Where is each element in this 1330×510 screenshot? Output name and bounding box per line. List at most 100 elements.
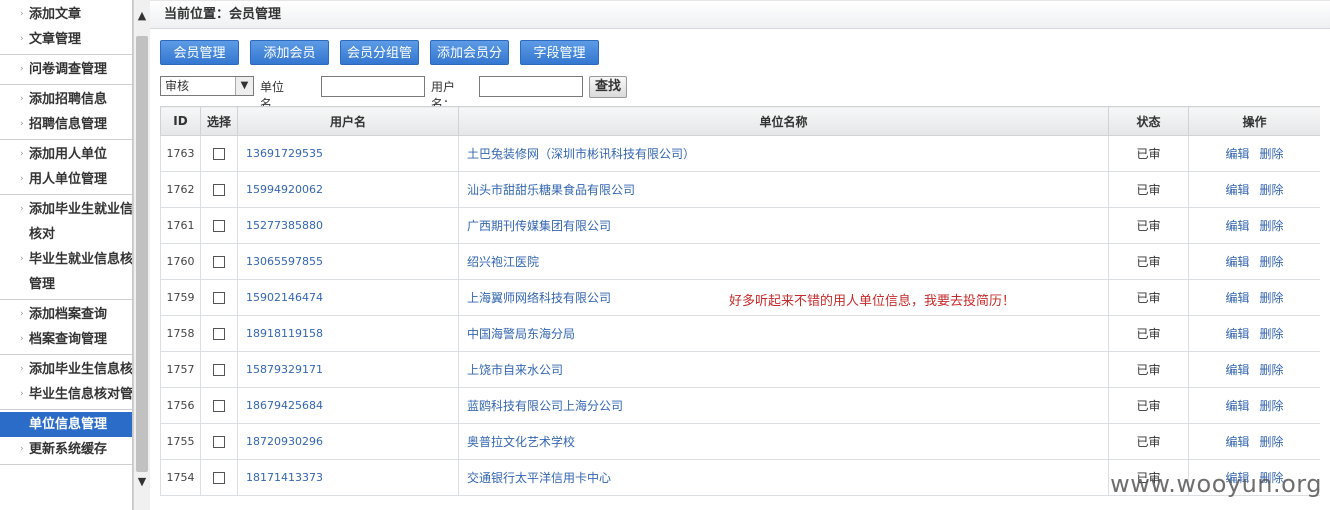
- row-unit-name-link[interactable]: 蓝鸥科技有限公司上海分公司: [467, 399, 623, 413]
- member-manage-button[interactable]: 会员管理: [160, 40, 239, 65]
- edit-link[interactable]: 编辑: [1225, 183, 1249, 197]
- row-checkbox[interactable]: [213, 364, 225, 376]
- sidebar-item[interactable]: › 更新系统缓存: [0, 437, 132, 462]
- edit-link[interactable]: 编辑: [1225, 147, 1249, 161]
- delete-link[interactable]: 删除: [1260, 255, 1284, 269]
- delete-link[interactable]: 删除: [1260, 291, 1284, 305]
- sidebar-item-label: 档案查询管理: [29, 332, 108, 347]
- row-actions: 编辑 删除: [1188, 243, 1320, 280]
- breadcrumb: 当前位置：会员管理: [150, 0, 1330, 29]
- sidebar-item[interactable]: › 用人单位管理: [0, 167, 132, 192]
- sidebar-scrollbar[interactable]: ▲ ▼: [133, 0, 150, 510]
- bullet-icon: ›: [20, 204, 24, 214]
- row-checkbox[interactable]: [213, 292, 225, 304]
- row-checkbox[interactable]: [213, 400, 225, 412]
- row-actions: 编辑 删除: [1188, 387, 1320, 424]
- chevron-up-icon[interactable]: ▲: [134, 8, 150, 24]
- sidebar-item[interactable]: › 添加招聘信息: [0, 87, 132, 112]
- edit-link[interactable]: 编辑: [1225, 435, 1249, 449]
- edit-link[interactable]: 编辑: [1225, 255, 1249, 269]
- row-unit-name-link[interactable]: 交通银行太平洋信用卡中心: [467, 471, 611, 485]
- row-username-link[interactable]: 18171413373: [237, 459, 459, 496]
- row-unit-name-link[interactable]: 上海翼师网络科技有限公司: [467, 291, 611, 305]
- header-unit-name: 单位名称: [458, 106, 1109, 136]
- row-checkbox[interactable]: [213, 256, 225, 268]
- edit-link[interactable]: 编辑: [1225, 399, 1249, 413]
- delete-link[interactable]: 删除: [1260, 219, 1284, 233]
- table-row: 1763 13691729535 土巴兔装修网（深圳市彬讯科技有限公司） 已审 编辑 删除: [160, 135, 1320, 172]
- row-id: 1761: [160, 207, 201, 244]
- row-checkbox[interactable]: [213, 436, 225, 448]
- sidebar-item[interactable]: › 添加毕业生信息核对: [0, 357, 132, 382]
- row-username-link[interactable]: 15994920062: [237, 171, 459, 208]
- scroll-thumb[interactable]: [136, 36, 148, 472]
- sidebar-group: › 添加用人单位 › 用人单位管理: [0, 140, 132, 195]
- sidebar-item-label: 添加用人单位: [29, 147, 108, 162]
- delete-link[interactable]: 删除: [1260, 147, 1284, 161]
- sidebar-item[interactable]: › 问卷调查管理: [0, 57, 132, 82]
- field-manage-button[interactable]: 字段管理: [520, 40, 599, 65]
- sidebar-item[interactable]: › 档案查询管理: [0, 327, 132, 352]
- delete-link[interactable]: 删除: [1260, 183, 1284, 197]
- table-row: 1758 18918119158 中国海警局东海分局 已审 编辑 删除: [160, 315, 1320, 352]
- row-checkbox[interactable]: [213, 328, 225, 340]
- sidebar-item[interactable]: › 单位信息管理: [0, 412, 132, 437]
- sidebar-item[interactable]: › 添加毕业生就业信息: [0, 197, 132, 222]
- username-input[interactable]: [479, 76, 583, 97]
- row-username-link[interactable]: 15902146474: [237, 279, 459, 316]
- chevron-down-icon[interactable]: ▼: [134, 474, 150, 490]
- row-username-link[interactable]: 18679425684: [237, 387, 459, 424]
- edit-link[interactable]: 编辑: [1225, 219, 1249, 233]
- row-username-link[interactable]: 13691729535: [237, 135, 459, 172]
- sidebar-item[interactable]: 核对: [0, 222, 132, 247]
- row-unit-name-link[interactable]: 上饶市自来水公司: [467, 363, 563, 377]
- sidebar-item[interactable]: 管理: [0, 272, 132, 297]
- sidebar-item[interactable]: › 添加文章: [0, 2, 132, 27]
- row-unit-name-link[interactable]: 土巴兔装修网（深圳市彬讯科技有限公司）: [467, 147, 695, 161]
- sidebar-item[interactable]: › 添加档案查询: [0, 302, 132, 327]
- row-checkbox[interactable]: [213, 472, 225, 484]
- row-unit-name-cell: 土巴兔装修网（深圳市彬讯科技有限公司）: [458, 135, 1109, 172]
- row-username-link[interactable]: 18918119158: [237, 315, 459, 352]
- delete-link[interactable]: 删除: [1260, 363, 1284, 377]
- delete-link[interactable]: 删除: [1260, 435, 1284, 449]
- edit-link[interactable]: 编辑: [1225, 291, 1249, 305]
- sidebar-item[interactable]: › 添加用人单位: [0, 142, 132, 167]
- sidebar-item[interactable]: › 毕业生信息核对管理: [0, 382, 132, 407]
- row-checkbox-cell: [200, 459, 238, 496]
- header-id: ID: [160, 106, 201, 136]
- unit-name-input[interactable]: [321, 76, 425, 97]
- add-member-group-button[interactable]: 添加会员分组: [430, 40, 509, 86]
- bullet-icon: ›: [20, 9, 24, 19]
- row-checkbox[interactable]: [213, 184, 225, 196]
- delete-link[interactable]: 删除: [1260, 327, 1284, 341]
- member-group-manage-button[interactable]: 会员分组管理: [340, 40, 419, 86]
- bullet-icon: ›: [20, 444, 24, 454]
- row-unit-name-link[interactable]: 奥普拉文化艺术学校: [467, 435, 575, 449]
- sidebar-item[interactable]: › 招聘信息管理: [0, 112, 132, 137]
- row-username-link[interactable]: 13065597855: [237, 243, 459, 280]
- sidebar-item[interactable]: › 毕业生就业信息核对: [0, 247, 132, 272]
- edit-link[interactable]: 编辑: [1225, 363, 1249, 377]
- sidebar-item-label: 管理: [29, 277, 56, 292]
- status-select[interactable]: 审核 ▼: [160, 76, 254, 96]
- row-username-link[interactable]: 18720930296: [237, 423, 459, 460]
- member-table: ID 选择 用户名 单位名称 状态 操作 1763 13691729535 土巴兔装…: [160, 106, 1320, 510]
- sidebar-item-label: 添加毕业生就业信息: [29, 202, 133, 217]
- row-unit-name-link[interactable]: 中国海警局东海分局: [467, 327, 575, 341]
- row-username-link[interactable]: 15277385880: [237, 207, 459, 244]
- row-unit-name-link[interactable]: 汕头市甜甜乐糖果食品有限公司: [467, 183, 635, 197]
- sidebar-group: › 单位信息管理 › 更新系统缓存: [0, 410, 132, 465]
- table-row: 1756 18679425684 蓝鸥科技有限公司上海分公司 已审 编辑 删除: [160, 387, 1320, 424]
- row-unit-name-cell: 交通银行太平洋信用卡中心: [458, 459, 1109, 496]
- row-unit-name-link[interactable]: 广西期刊传媒集团有限公司: [467, 219, 611, 233]
- row-checkbox[interactable]: [213, 148, 225, 160]
- row-unit-name-link[interactable]: 绍兴袍江医院: [467, 255, 539, 269]
- add-member-button[interactable]: 添加会员: [250, 40, 329, 65]
- row-checkbox[interactable]: [213, 220, 225, 232]
- search-button[interactable]: 查找: [589, 76, 627, 98]
- sidebar-item[interactable]: › 文章管理: [0, 27, 132, 52]
- delete-link[interactable]: 删除: [1260, 399, 1284, 413]
- row-username-link[interactable]: 15879329171: [237, 351, 459, 388]
- edit-link[interactable]: 编辑: [1225, 327, 1249, 341]
